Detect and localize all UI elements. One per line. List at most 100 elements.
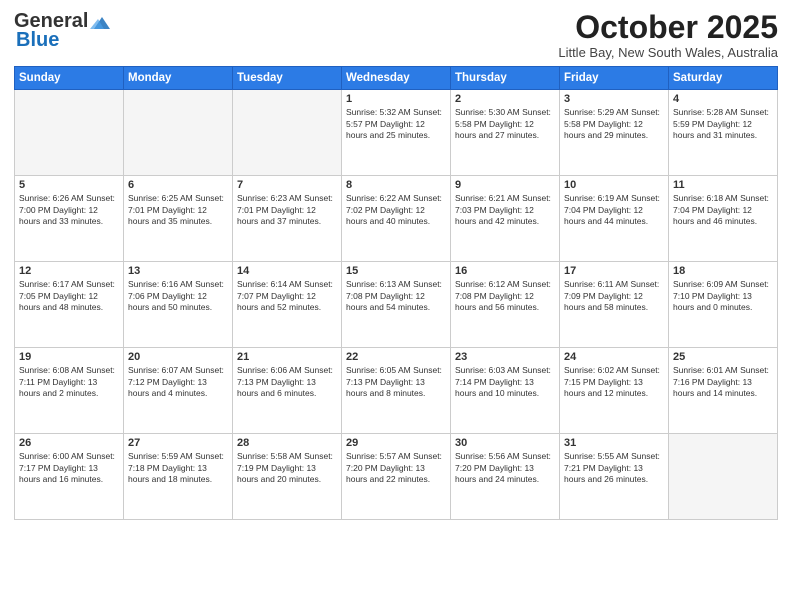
calendar-cell: 30 Sunrise: 5:56 AM Sunset: 7:20 PM Dayli…	[451, 434, 560, 520]
page: General Blue October 2025 Little Bay, Ne…	[0, 0, 792, 612]
day-number: 10	[564, 179, 664, 191]
calendar-cell: 9 Sunrise: 6:21 AM Sunset: 7:03 PM Daylig…	[451, 176, 560, 262]
day-number: 19	[19, 351, 119, 363]
calendar-week-4: 19 Sunrise: 6:08 AM Sunset: 7:11 PM Dayli…	[15, 348, 778, 434]
day-number: 17	[564, 265, 664, 277]
calendar-cell: 19 Sunrise: 6:08 AM Sunset: 7:11 PM Dayli…	[15, 348, 124, 434]
calendar-cell: 5 Sunrise: 6:26 AM Sunset: 7:00 PM Daylig…	[15, 176, 124, 262]
calendar-cell: 2 Sunrise: 5:30 AM Sunset: 5:58 PM Daylig…	[451, 90, 560, 176]
day-detail: Sunrise: 6:03 AM Sunset: 7:14 PM Dayligh…	[455, 365, 555, 399]
calendar-cell: 18 Sunrise: 6:09 AM Sunset: 7:10 PM Dayli…	[669, 262, 778, 348]
header: General Blue October 2025 Little Bay, Ne…	[14, 10, 778, 60]
logo-blue: Blue	[16, 29, 59, 52]
calendar-cell: 22 Sunrise: 6:05 AM Sunset: 7:13 PM Dayli…	[342, 348, 451, 434]
day-detail: Sunrise: 6:22 AM Sunset: 7:02 PM Dayligh…	[346, 193, 446, 227]
day-detail: Sunrise: 6:21 AM Sunset: 7:03 PM Dayligh…	[455, 193, 555, 227]
calendar-week-5: 26 Sunrise: 6:00 AM Sunset: 7:17 PM Dayli…	[15, 434, 778, 520]
day-detail: Sunrise: 6:00 AM Sunset: 7:17 PM Dayligh…	[19, 451, 119, 485]
calendar-cell	[124, 90, 233, 176]
day-number: 20	[128, 351, 228, 363]
day-detail: Sunrise: 6:01 AM Sunset: 7:16 PM Dayligh…	[673, 365, 773, 399]
calendar-cell: 20Sunrise: 6:07 AM Sunset: 7:12 PM Dayli…	[124, 348, 233, 434]
day-number: 13	[128, 265, 228, 277]
calendar-week-2: 5 Sunrise: 6:26 AM Sunset: 7:00 PM Daylig…	[15, 176, 778, 262]
calendar-cell: 16Sunrise: 6:12 AM Sunset: 7:08 PM Dayli…	[451, 262, 560, 348]
day-number: 28	[237, 437, 337, 449]
day-number: 22	[346, 351, 446, 363]
location: Little Bay, New South Wales, Australia	[558, 45, 778, 60]
day-detail: Sunrise: 5:30 AM Sunset: 5:58 PM Dayligh…	[455, 107, 555, 141]
day-number: 2	[455, 93, 555, 105]
day-detail: Sunrise: 5:59 AM Sunset: 7:18 PM Dayligh…	[128, 451, 228, 485]
day-number: 7	[237, 179, 337, 191]
day-number: 11	[673, 179, 773, 191]
day-detail: Sunrise: 6:02 AM Sunset: 7:15 PM Dayligh…	[564, 365, 664, 399]
calendar-week-1: 1 Sunrise: 5:32 AM Sunset: 5:57 PM Daylig…	[15, 90, 778, 176]
calendar-week-3: 12Sunrise: 6:17 AM Sunset: 7:05 PM Dayli…	[15, 262, 778, 348]
header-tuesday: Tuesday	[233, 67, 342, 90]
day-number: 6	[128, 179, 228, 191]
day-number: 14	[237, 265, 337, 277]
header-friday: Friday	[560, 67, 669, 90]
month-title: October 2025	[558, 10, 778, 45]
day-detail: Sunrise: 5:32 AM Sunset: 5:57 PM Dayligh…	[346, 107, 446, 141]
header-sunday: Sunday	[15, 67, 124, 90]
calendar-cell: 4Sunrise: 5:28 AM Sunset: 5:59 PM Daylig…	[669, 90, 778, 176]
calendar-cell: 8 Sunrise: 6:22 AM Sunset: 7:02 PM Daylig…	[342, 176, 451, 262]
day-detail: Sunrise: 6:08 AM Sunset: 7:11 PM Dayligh…	[19, 365, 119, 399]
calendar-header: Sunday Monday Tuesday Wednesday Thursday…	[15, 67, 778, 90]
calendar-cell: 6 Sunrise: 6:25 AM Sunset: 7:01 PM Daylig…	[124, 176, 233, 262]
calendar-cell: 17Sunrise: 6:11 AM Sunset: 7:09 PM Dayli…	[560, 262, 669, 348]
calendar-cell: 21Sunrise: 6:06 AM Sunset: 7:13 PM Dayli…	[233, 348, 342, 434]
header-monday: Monday	[124, 67, 233, 90]
day-detail: Sunrise: 6:06 AM Sunset: 7:13 PM Dayligh…	[237, 365, 337, 399]
day-detail: Sunrise: 6:23 AM Sunset: 7:01 PM Dayligh…	[237, 193, 337, 227]
day-number: 31	[564, 437, 664, 449]
day-number: 16	[455, 265, 555, 277]
day-number: 9	[455, 179, 555, 191]
calendar-cell: 1 Sunrise: 5:32 AM Sunset: 5:57 PM Daylig…	[342, 90, 451, 176]
day-detail: Sunrise: 6:17 AM Sunset: 7:05 PM Dayligh…	[19, 279, 119, 313]
day-number: 8	[346, 179, 446, 191]
day-detail: Sunrise: 5:58 AM Sunset: 7:19 PM Dayligh…	[237, 451, 337, 485]
day-detail: Sunrise: 6:09 AM Sunset: 7:10 PM Dayligh…	[673, 279, 773, 313]
calendar-cell: 27Sunrise: 5:59 AM Sunset: 7:18 PM Dayli…	[124, 434, 233, 520]
day-number: 1	[346, 93, 446, 105]
calendar-cell: 15Sunrise: 6:13 AM Sunset: 7:08 PM Dayli…	[342, 262, 451, 348]
calendar-cell: 14 Sunrise: 6:14 AM Sunset: 7:07 PM Dayli…	[233, 262, 342, 348]
day-detail: Sunrise: 5:28 AM Sunset: 5:59 PM Dayligh…	[673, 107, 773, 141]
title-block: October 2025 Little Bay, New South Wales…	[558, 10, 778, 60]
calendar-cell: 29Sunrise: 5:57 AM Sunset: 7:20 PM Dayli…	[342, 434, 451, 520]
day-detail: Sunrise: 6:16 AM Sunset: 7:06 PM Dayligh…	[128, 279, 228, 313]
day-number: 30	[455, 437, 555, 449]
day-number: 26	[19, 437, 119, 449]
day-detail: Sunrise: 6:19 AM Sunset: 7:04 PM Dayligh…	[564, 193, 664, 227]
calendar-body: 1 Sunrise: 5:32 AM Sunset: 5:57 PM Daylig…	[15, 90, 778, 520]
day-detail: Sunrise: 6:26 AM Sunset: 7:00 PM Dayligh…	[19, 193, 119, 227]
logo-icon	[90, 15, 112, 31]
day-detail: Sunrise: 5:29 AM Sunset: 5:58 PM Dayligh…	[564, 107, 664, 141]
calendar-cell: 10 Sunrise: 6:19 AM Sunset: 7:04 PM Dayli…	[560, 176, 669, 262]
day-detail: Sunrise: 5:56 AM Sunset: 7:20 PM Dayligh…	[455, 451, 555, 485]
calendar-cell: 11Sunrise: 6:18 AM Sunset: 7:04 PM Dayli…	[669, 176, 778, 262]
day-detail: Sunrise: 5:57 AM Sunset: 7:20 PM Dayligh…	[346, 451, 446, 485]
day-number: 25	[673, 351, 773, 363]
calendar-cell: 26 Sunrise: 6:00 AM Sunset: 7:17 PM Dayli…	[15, 434, 124, 520]
day-detail: Sunrise: 6:05 AM Sunset: 7:13 PM Dayligh…	[346, 365, 446, 399]
day-detail: Sunrise: 5:55 AM Sunset: 7:21 PM Dayligh…	[564, 451, 664, 485]
calendar-cell: 13 Sunrise: 6:16 AM Sunset: 7:06 PM Dayli…	[124, 262, 233, 348]
day-detail: Sunrise: 6:25 AM Sunset: 7:01 PM Dayligh…	[128, 193, 228, 227]
day-number: 5	[19, 179, 119, 191]
day-detail: Sunrise: 6:13 AM Sunset: 7:08 PM Dayligh…	[346, 279, 446, 313]
logo: General Blue	[14, 10, 112, 52]
calendar-cell: 25 Sunrise: 6:01 AM Sunset: 7:16 PM Dayli…	[669, 348, 778, 434]
calendar-cell: 7 Sunrise: 6:23 AM Sunset: 7:01 PM Daylig…	[233, 176, 342, 262]
calendar: Sunday Monday Tuesday Wednesday Thursday…	[14, 66, 778, 520]
calendar-cell: 3 Sunrise: 5:29 AM Sunset: 5:58 PM Daylig…	[560, 90, 669, 176]
calendar-cell	[233, 90, 342, 176]
day-number: 23	[455, 351, 555, 363]
day-number: 18	[673, 265, 773, 277]
day-detail: Sunrise: 6:14 AM Sunset: 7:07 PM Dayligh…	[237, 279, 337, 313]
day-number: 3	[564, 93, 664, 105]
header-wednesday: Wednesday	[342, 67, 451, 90]
